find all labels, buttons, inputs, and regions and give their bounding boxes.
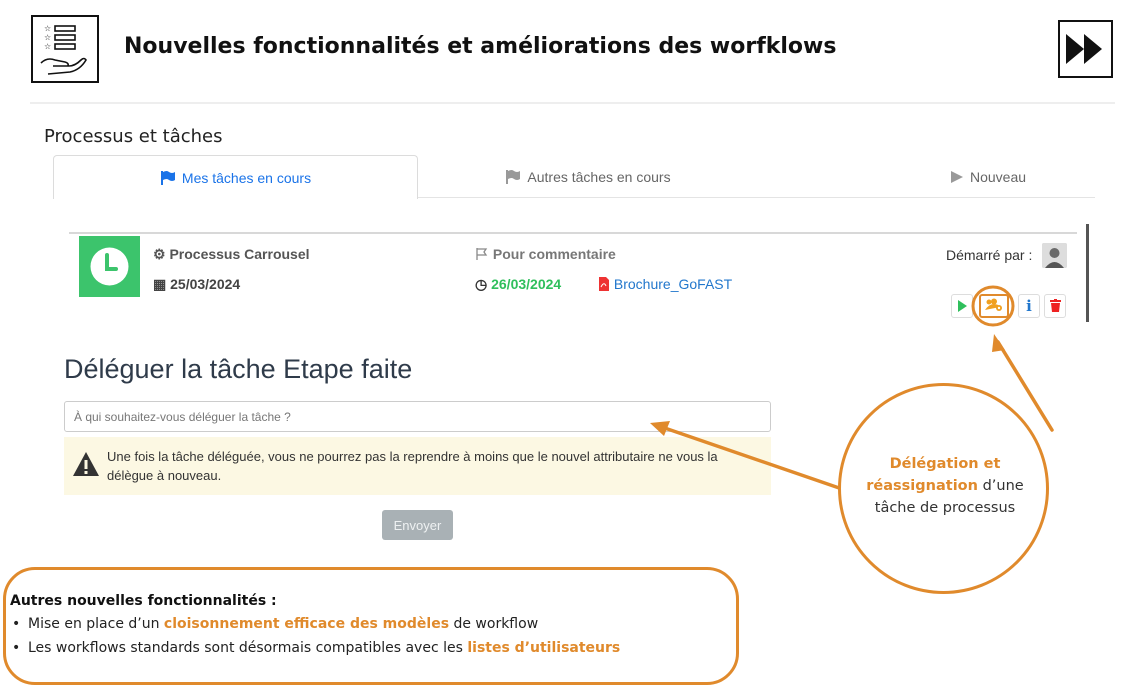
other-features-title: Autres nouvelles fonctionnalités : <box>10 593 277 609</box>
list-item: Les workflows standards sont désormais c… <box>12 636 620 660</box>
other-features-list: Mise en place d’un cloisonnement efficac… <box>12 612 620 660</box>
list-item: Mise en place d’un cloisonnement efficac… <box>12 612 620 636</box>
callout-text: Délégation et réassignation d’une tâche … <box>866 456 1024 516</box>
